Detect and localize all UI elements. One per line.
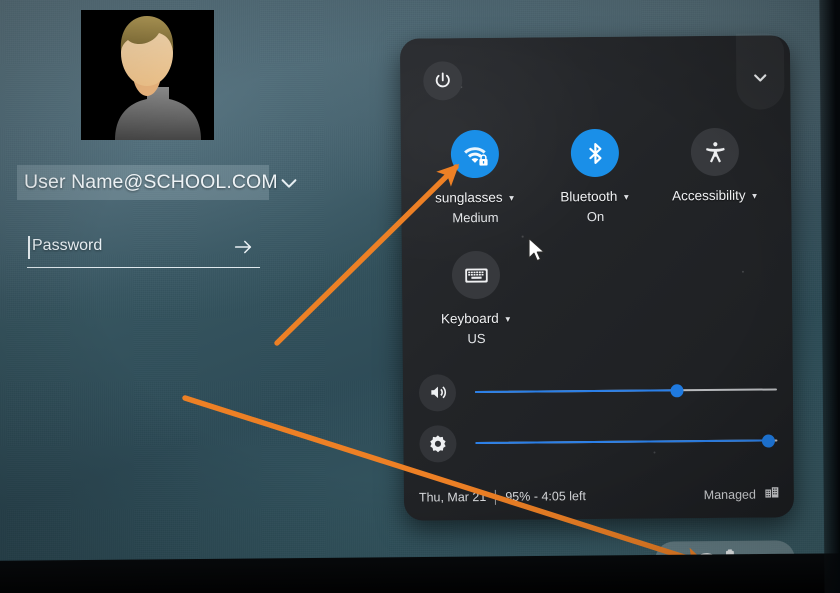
- caret-down-icon[interactable]: ▼: [622, 193, 630, 202]
- tile-accessibility[interactable]: Accessibility ▼: [655, 127, 776, 223]
- screenshot-root: User Name@SCHOOL.COM Password sunglasses…: [0, 0, 840, 593]
- power-button[interactable]: [423, 61, 463, 101]
- tile-network-label-row: sunglasses ▼: [435, 190, 516, 206]
- text-caret: [28, 236, 30, 259]
- accessibility-icon[interactable]: [690, 127, 740, 177]
- slider-fill: [474, 388, 678, 394]
- tile-accessibility-label: Accessibility: [671, 187, 746, 204]
- tile-row-1: sunglasses ▼ Medium Bluetooth ▼ On Acces…: [401, 127, 792, 225]
- managed-indicator[interactable]: Managed: [704, 486, 779, 504]
- volume-slider-row: [418, 365, 777, 416]
- submit-arrow-icon[interactable]: [232, 236, 254, 262]
- slider-thumb[interactable]: [670, 383, 684, 397]
- caret-down-icon[interactable]: ▼: [508, 194, 516, 203]
- tile-keyboard-sublabel: US: [467, 330, 486, 347]
- tile-accessibility-label-row: Accessibility ▼: [672, 188, 759, 204]
- bluetooth-icon[interactable]: [570, 128, 620, 178]
- slider-fill: [475, 439, 769, 445]
- quick-settings-panel: sunglasses ▼ Medium Bluetooth ▼ On Acces…: [399, 33, 795, 521]
- enterprise-building-icon: [765, 486, 779, 503]
- wifi-locked-icon[interactable]: [450, 129, 500, 179]
- slider-thumb[interactable]: [761, 433, 775, 448]
- tile-bluetooth-label: Bluetooth: [560, 188, 618, 205]
- collapse-panel-button[interactable]: [735, 33, 785, 110]
- panel-footer: Thu, Mar 21 95% - 4:05 left Managed: [404, 471, 794, 520]
- tile-bluetooth[interactable]: Bluetooth ▼ On: [535, 128, 656, 224]
- device-bezel-bottom: [0, 553, 840, 593]
- brightness-slider[interactable]: [475, 433, 778, 450]
- footer-left: Thu, Mar 21 95% - 4:05 left: [419, 489, 586, 505]
- tile-network-sublabel: Medium: [452, 209, 499, 226]
- volume-slider[interactable]: [474, 382, 777, 399]
- tile-bluetooth-sublabel: On: [586, 208, 605, 225]
- user-email-text: User Name@SCHOOL.COM: [24, 171, 278, 193]
- tile-network-label: sunglasses: [434, 189, 503, 206]
- tile-keyboard-label-row: Keyboard ▼: [441, 311, 512, 327]
- brightness-slider-row: [419, 416, 778, 467]
- battery-text: 95% - 4:05 left: [505, 489, 586, 504]
- tile-keyboard[interactable]: Keyboard ▼ US: [416, 250, 537, 347]
- panel-header: [400, 33, 791, 116]
- tile-network[interactable]: sunglasses ▼ Medium: [415, 129, 536, 226]
- brightness-icon[interactable]: [419, 424, 457, 463]
- tile-grid: sunglasses ▼ Medium Bluetooth ▼ On Acces…: [401, 127, 793, 346]
- date-text: Thu, Mar 21: [418, 489, 487, 505]
- keyboard-icon[interactable]: [451, 250, 501, 300]
- tile-row-2: Keyboard ▼ US: [402, 248, 793, 346]
- chevron-down-icon[interactable]: [278, 172, 300, 194]
- user-email-field[interactable]: User Name@SCHOOL.COM: [17, 165, 278, 200]
- volume-up-icon[interactable]: [418, 373, 457, 412]
- mouse-pointer-icon: [527, 237, 549, 265]
- avatar[interactable]: [81, 10, 214, 140]
- tile-keyboard-label: Keyboard: [440, 310, 499, 327]
- tile-bluetooth-label-row: Bluetooth ▼: [560, 188, 630, 205]
- managed-label: Managed: [703, 487, 756, 503]
- password-input[interactable]: Password: [27, 232, 260, 268]
- caret-down-icon[interactable]: ▼: [504, 315, 512, 324]
- caret-down-icon[interactable]: ▼: [751, 192, 759, 201]
- divider: [495, 489, 497, 505]
- password-placeholder: Password: [32, 237, 103, 254]
